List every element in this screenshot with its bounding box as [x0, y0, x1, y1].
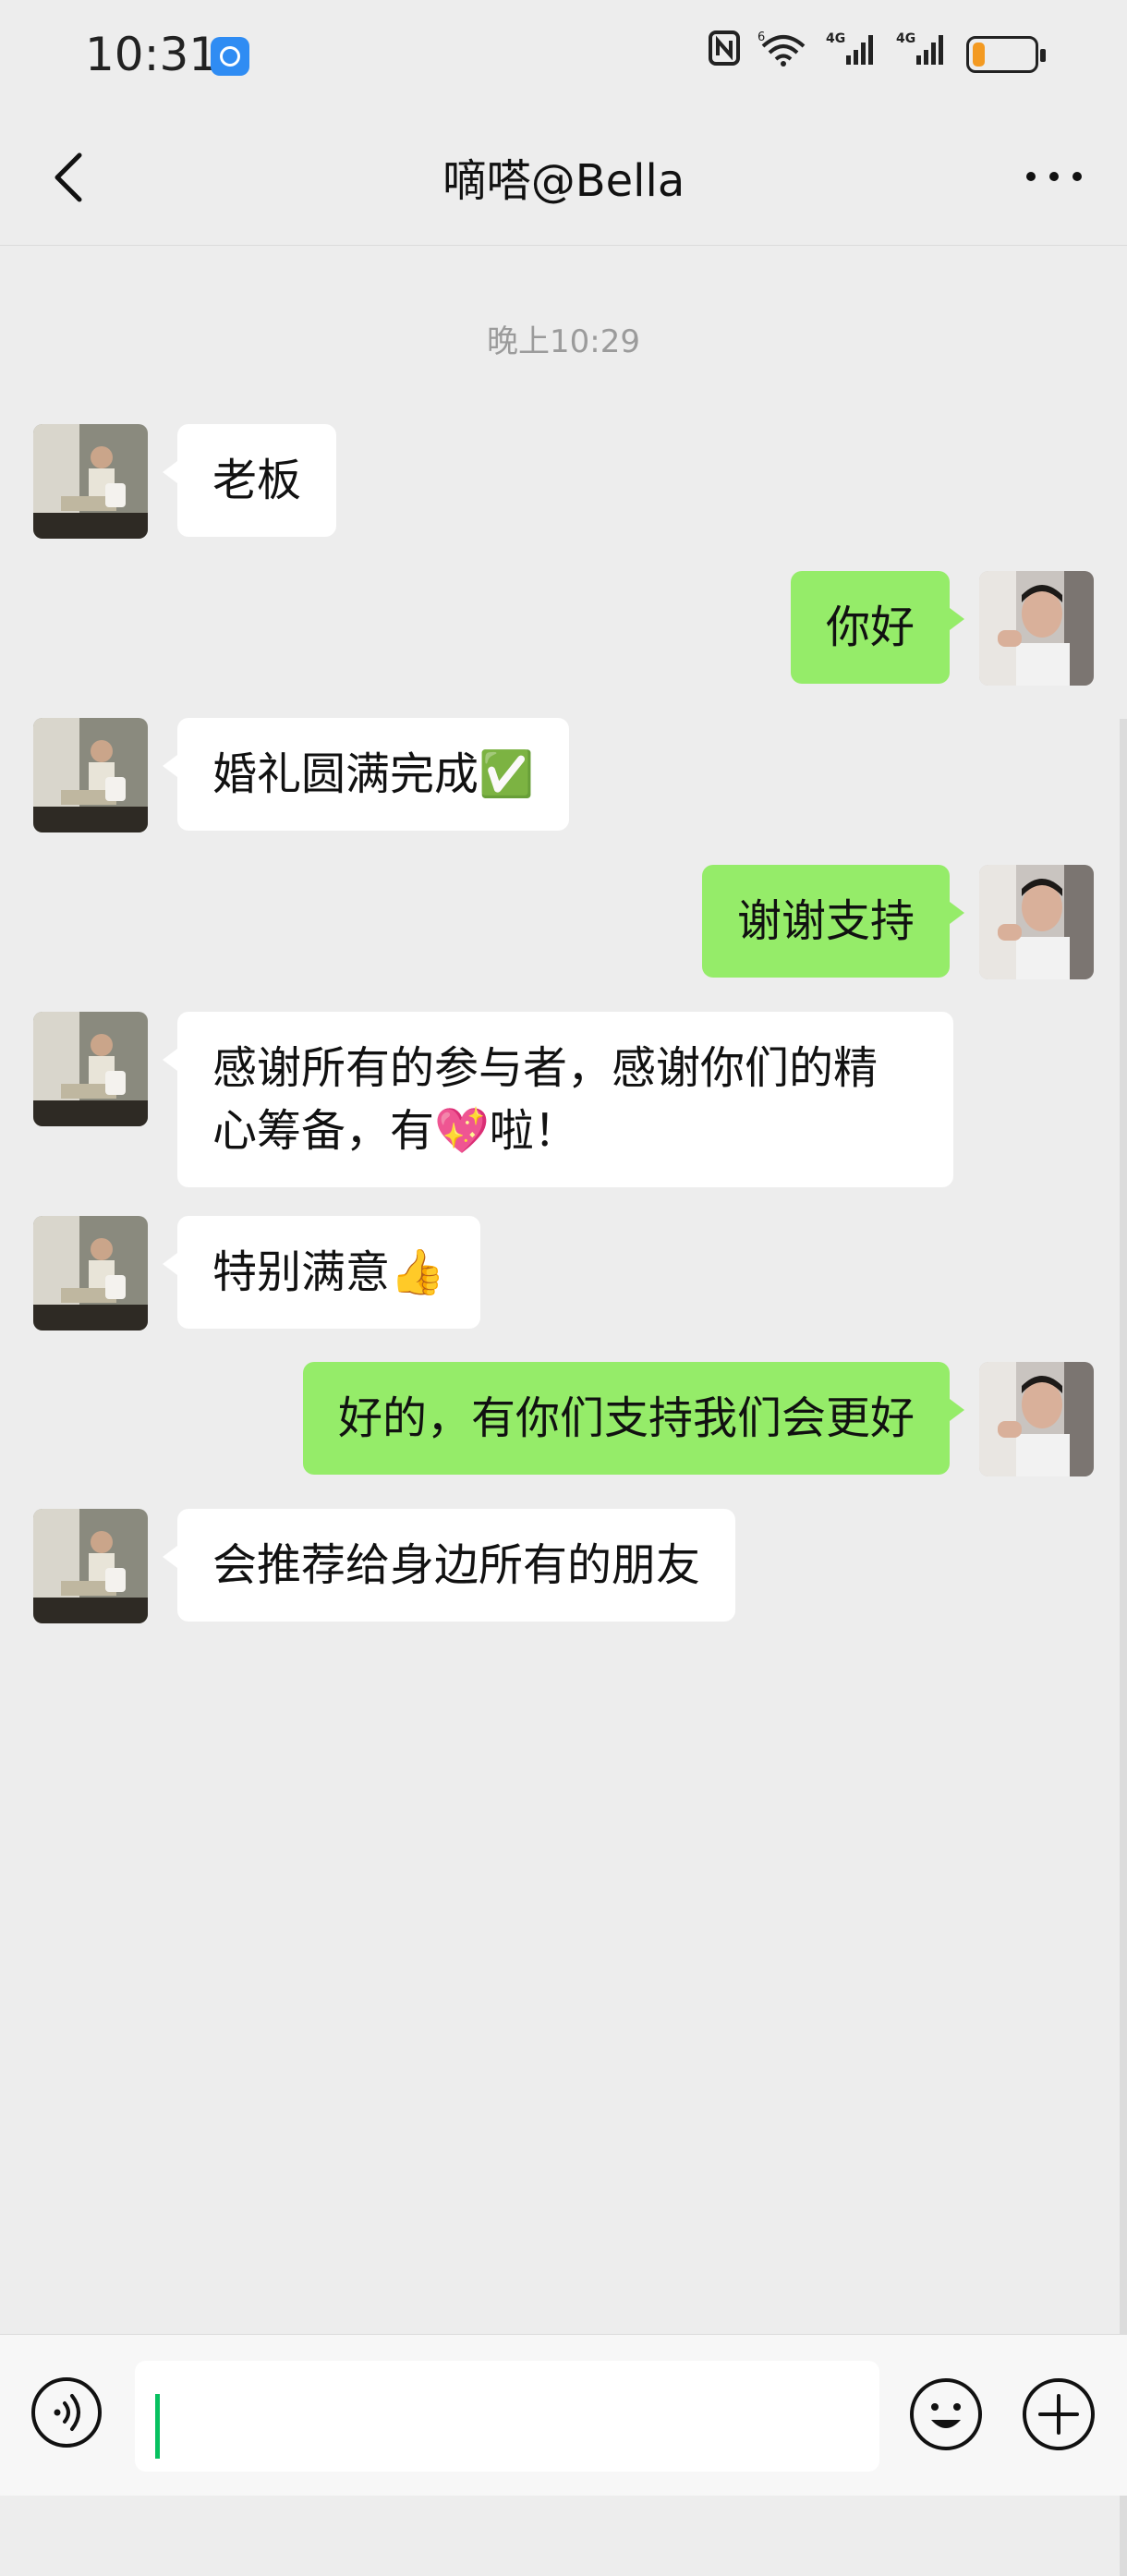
- message-bubble[interactable]: 你好: [790, 571, 965, 684]
- input-bar: [0, 2334, 1127, 2496]
- signal-label-2: 4G: [896, 31, 915, 46]
- scrollbar[interactable]: [1120, 719, 1127, 2576]
- avatar[interactable]: [979, 571, 1094, 686]
- avatar[interactable]: [33, 1012, 148, 1126]
- status-time: 10:31: [85, 28, 219, 81]
- wifi-6-icon: 6: [757, 30, 809, 79]
- text-cursor: [155, 2394, 160, 2459]
- signal-4g-icon: 4G: [896, 30, 950, 79]
- battery-fill: [973, 43, 986, 67]
- message-bubble[interactable]: 特别满意👍: [163, 1216, 480, 1329]
- voice-icon[interactable]: [30, 2376, 103, 2449]
- app-notification-icon: [211, 37, 249, 76]
- status-bar: 10:31 6 4G 4G: [0, 0, 1127, 111]
- chat-timestamp: 晚上10:29: [487, 323, 640, 360]
- avatar[interactable]: [33, 1509, 148, 1623]
- signal-4g-icon: 4G: [826, 30, 879, 79]
- chat-title: 嘀嗒@Bella: [442, 155, 685, 207]
- avatar[interactable]: [979, 865, 1094, 979]
- avatar[interactable]: [33, 424, 148, 539]
- ellipsis-icon[interactable]: [1022, 163, 1086, 190]
- status-icons: 6 4G 4G: [708, 30, 1046, 79]
- message-bubble[interactable]: 好的，有你们支持我们会更好: [302, 1362, 965, 1475]
- message-bubble[interactable]: 会推荐给身边所有的朋友: [162, 1509, 736, 1622]
- signal-label-1: 4G: [826, 31, 845, 46]
- message-input[interactable]: [135, 2361, 879, 2472]
- chat-header: 嘀嗒@Bella: [0, 111, 1127, 246]
- message-list[interactable]: 晚上10:29 老板 你好 婚礼圆满完成✅ 谢谢支持 感谢所有的参与者，感谢你们…: [0, 246, 1127, 2576]
- message-bubble[interactable]: 婚礼圆满完成✅: [163, 718, 569, 831]
- avatar[interactable]: [33, 1216, 148, 1331]
- avatar[interactable]: [979, 1362, 1094, 1476]
- message-bubble[interactable]: 感谢所有的参与者，感谢你们的精心筹备，有💖啦！: [163, 1012, 953, 1187]
- avatar[interactable]: [33, 718, 148, 832]
- message-bubble[interactable]: 谢谢支持: [701, 865, 965, 978]
- plus-circle-icon[interactable]: [1020, 2376, 1097, 2453]
- message-bubble[interactable]: 老板: [162, 424, 337, 537]
- emoji-icon[interactable]: [907, 2376, 985, 2453]
- wifi-label: 6: [757, 30, 765, 44]
- battery-low-icon: [966, 36, 1046, 73]
- nfc-icon: [708, 30, 741, 79]
